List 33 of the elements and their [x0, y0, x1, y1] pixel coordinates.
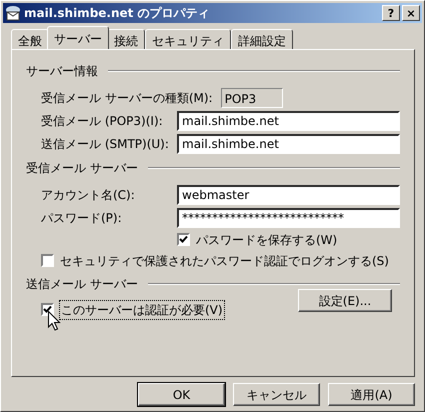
mail-icon: [5, 5, 21, 21]
checkbox-label: このサーバーは認証が必要(V): [60, 300, 224, 318]
group-heading: 送信メール サーバー: [26, 276, 138, 293]
checkbox[interactable]: [177, 233, 190, 246]
field-label: 送信メール (SMTP)(U):: [41, 136, 170, 152]
tab[interactable]: 詳細設定: [231, 29, 293, 49]
checkbox[interactable]: [41, 254, 54, 267]
group-heading: 受信メール サーバー: [26, 160, 138, 177]
field-label: パスワード(P):: [41, 210, 123, 226]
cursor-icon: [48, 311, 61, 331]
tab[interactable]: サーバー: [47, 26, 109, 49]
tab[interactable]: 全般: [11, 29, 49, 49]
tab[interactable]: セキュリティ: [145, 29, 231, 49]
checkbox-label: パスワードを保存する(W): [196, 232, 338, 248]
field-label: 受信メール サーバーの種類(M):: [41, 90, 213, 106]
input-field[interactable]: ***************************: [177, 208, 400, 228]
input-field[interactable]: mail.shimbe.net: [177, 110, 400, 130]
field-label: 受信メール (POP3)(I):: [41, 112, 164, 130]
help-button[interactable]: ?: [382, 5, 400, 21]
tab[interactable]: 接続: [107, 29, 145, 49]
input-field[interactable]: webmaster: [177, 184, 400, 204]
checkbox-label: セキュリティで保護されたパスワード認証でログオンする(S): [60, 252, 389, 270]
cancel-button[interactable]: キャンセル: [233, 383, 320, 406]
field-label: アカウント名(C):: [41, 186, 136, 204]
settings-button[interactable]: 設定(E)...: [298, 289, 392, 312]
window-title: mail.shimbe.net のプロパティ: [24, 5, 211, 22]
group-heading: サーバー情報: [26, 63, 98, 80]
input-field[interactable]: mail.shimbe.net: [177, 134, 400, 154]
ok-button[interactable]: OK: [138, 383, 225, 406]
close-button[interactable]: ×: [402, 5, 420, 21]
checkbox[interactable]: [41, 303, 54, 316]
apply-button[interactable]: 適用(A): [328, 383, 415, 406]
readonly-field: POP3: [220, 88, 283, 108]
